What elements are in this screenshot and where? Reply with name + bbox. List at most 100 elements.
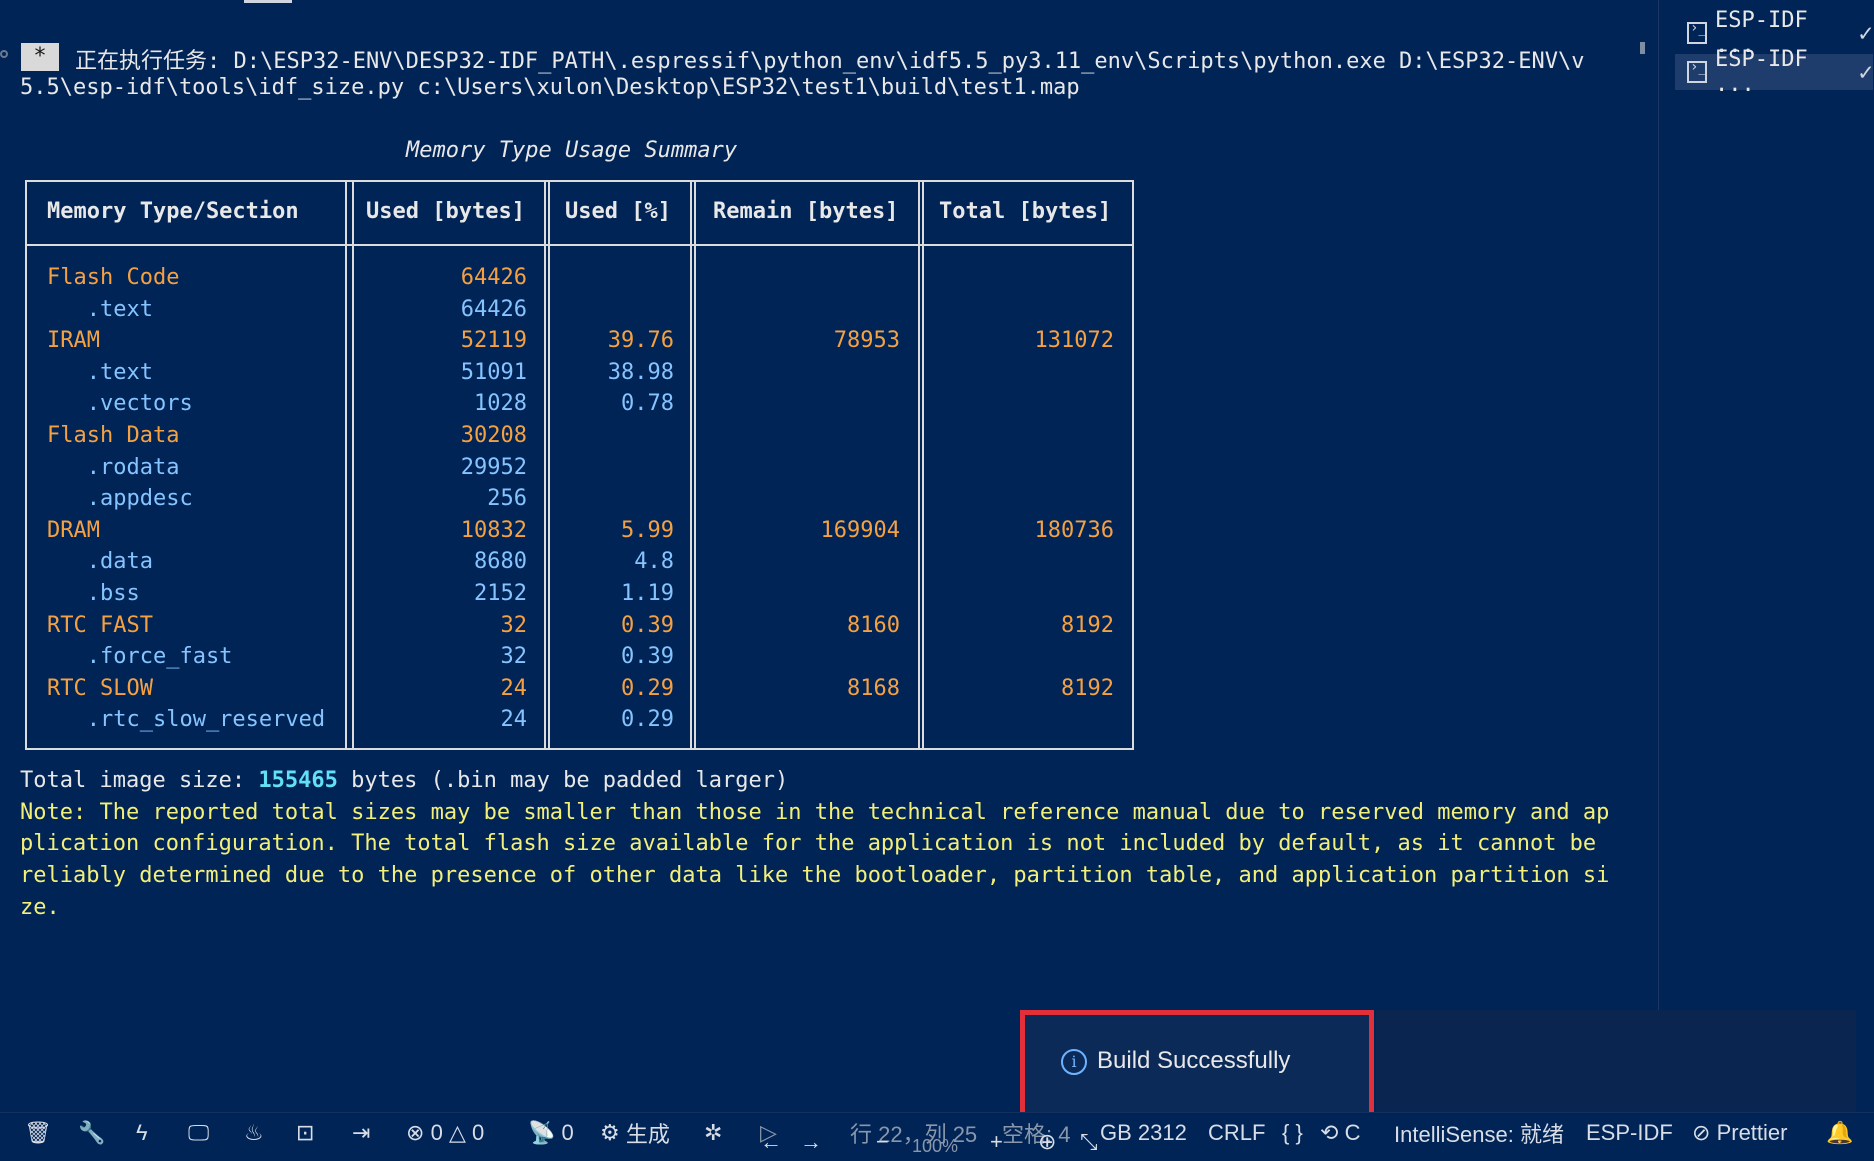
problems-indicator[interactable]: ⊗ 0 △ 0	[406, 1118, 484, 1148]
row-used-percent: 38.98	[607, 360, 674, 385]
column-divider	[544, 182, 546, 748]
esp-idf-status[interactable]: ESP-IDF	[1586, 1118, 1673, 1148]
indent-spaces[interactable]: 空格: 4	[1002, 1118, 1070, 1148]
row-used-percent: 1.19	[621, 581, 674, 606]
column-divider	[548, 182, 550, 748]
flash-icon[interactable]: ϟ	[136, 1118, 148, 1148]
language-label: C	[1344, 1120, 1361, 1145]
row-name: RTC SLOW	[47, 676, 153, 701]
language-mode[interactable]: ⟲ C	[1320, 1118, 1360, 1148]
bell-icon[interactable]: 🔔	[1826, 1118, 1853, 1148]
zoom-level: 100%	[912, 1135, 959, 1156]
row-used-percent: 0.39	[621, 644, 674, 669]
row-used-bytes: 24	[500, 707, 528, 732]
row-total-bytes: 8192	[1061, 613, 1114, 638]
gear-icon: ⚙	[600, 1120, 620, 1145]
notification-area	[1376, 1010, 1856, 1118]
row-used-percent: 0.29	[621, 707, 674, 732]
column-divider	[345, 182, 347, 748]
row-used-bytes: 10832	[460, 518, 527, 543]
row-used-bytes: 1028	[474, 391, 527, 416]
row-remain-bytes: 78953	[833, 328, 900, 353]
terminal-tabs-panel: ESP-IDF ... ✓ ESP-IDF ... ✓	[1658, 0, 1874, 1112]
column-divider	[918, 182, 920, 748]
wrench-icon[interactable]: 🔧	[78, 1118, 105, 1148]
row-remain-bytes: 169904	[820, 518, 900, 543]
row-remain-bytes: 8160	[847, 613, 900, 638]
row-name: DRAM	[47, 518, 100, 543]
zoom-in-icon[interactable]: +	[990, 1127, 1003, 1157]
column-divider	[352, 182, 354, 748]
build-button[interactable]: ⚙ 生成	[600, 1118, 670, 1148]
row-name: .appdesc	[47, 486, 193, 511]
row-name: Flash Code	[47, 265, 180, 290]
warning-count: 0	[471, 1120, 485, 1145]
row-name: .vectors	[47, 391, 193, 416]
terminal-output: * 正在执行任务: D:\ESP32-ENV\DESP32-IDF_PATH\.…	[0, 0, 1656, 1112]
row-used-bytes: 64426	[460, 297, 527, 322]
total-image-suffix: bytes (.bin may be padded larger)	[337, 768, 789, 793]
column-divider	[694, 182, 696, 748]
command-decoration-icon[interactable]	[0, 50, 8, 58]
row-used-bytes: 24	[500, 676, 528, 701]
encoding[interactable]: GB 2312	[1100, 1118, 1187, 1148]
check-icon: ✓	[1858, 58, 1873, 86]
row-name: .text	[47, 360, 153, 385]
row-used-bytes: 51091	[460, 360, 527, 385]
flame-icon[interactable]: ♨	[244, 1118, 264, 1148]
row-used-percent: 4.8	[634, 549, 674, 574]
row-used-bytes: 2152	[474, 581, 527, 606]
row-total-bytes: 131072	[1034, 328, 1114, 353]
trash-icon[interactable]: 🗑	[24, 1118, 52, 1148]
prettier-status[interactable]: ⊘ Prettier	[1692, 1118, 1787, 1148]
row-used-bytes: 32	[500, 644, 528, 669]
panel-tab-indicator	[244, 0, 292, 3]
row-used-bytes: 256	[487, 486, 527, 511]
row-used-percent: 0.39	[621, 613, 674, 638]
terminal-icon	[1687, 59, 1707, 83]
line-ending[interactable]: CRLF	[1208, 1118, 1265, 1148]
braces-icon[interactable]: { }	[1282, 1118, 1303, 1148]
row-total-bytes: 180736	[1034, 518, 1114, 543]
row-used-bytes: 8680	[474, 549, 527, 574]
row-name: .bss	[47, 581, 140, 606]
back-arrow-icon[interactable]: ←	[760, 1127, 782, 1157]
note-line: Note: The reported total sizes may be sm…	[20, 800, 1610, 825]
ports-indicator[interactable]: 📡 0	[528, 1118, 574, 1148]
row-name: .force_fast	[47, 644, 233, 669]
total-image-value: 155465	[258, 768, 338, 793]
terminal-tab-active[interactable]: ESP-IDF ... ✓	[1675, 47, 1873, 97]
intellisense-status[interactable]: IntelliSense: 就绪	[1394, 1118, 1564, 1148]
task-badge: *	[21, 43, 59, 71]
build-notification[interactable]: i Build Successfully	[1020, 1010, 1374, 1118]
terminal-tab-label: ESP-IDF ...	[1715, 47, 1808, 97]
col-header-used-percent: Used [%]	[565, 199, 671, 224]
monitor-icon[interactable]: 🖵	[188, 1118, 209, 1148]
prettier-icon: ⊘	[1692, 1120, 1711, 1145]
forward-arrow-icon[interactable]: →	[800, 1127, 822, 1157]
zoom-reset-icon[interactable]: ⊕	[1038, 1127, 1056, 1157]
terminal-icon[interactable]: ⊡	[296, 1118, 314, 1148]
col-header-remain-bytes: Remain [bytes]	[713, 199, 899, 224]
build-label: 生成	[625, 1122, 670, 1147]
terminal-icon	[1687, 20, 1707, 44]
info-icon: i	[1061, 1049, 1087, 1075]
zoom-out-icon[interactable]: −	[876, 1127, 889, 1157]
debug-icon[interactable]: ✲	[704, 1118, 722, 1148]
total-image-prefix: Total image size:	[20, 768, 259, 793]
error-icon: ⊗	[406, 1120, 425, 1145]
resize-icon[interactable]: ⤡	[1080, 1127, 1098, 1157]
note-line: plication configuration. The total flash…	[20, 831, 1597, 856]
sync-icon: ⟲	[1320, 1120, 1339, 1145]
row-total-bytes: 8192	[1061, 676, 1114, 701]
status-bar: 🗑 🔧 ϟ 🖵 ♨ ⊡ ⇥ ⊗ 0 △ 0 📡 0 ⚙ 生成 ✲ ▷ ← → 行…	[0, 1112, 1874, 1156]
terminal-tab[interactable]: ESP-IDF ... ✓	[1675, 8, 1873, 58]
col-header-used-bytes: Used [bytes]	[366, 199, 525, 224]
col-header-memory-type: Memory Type/Section	[47, 199, 299, 224]
row-used-bytes: 52119	[460, 328, 527, 353]
row-used-bytes: 30208	[460, 423, 527, 448]
upload-icon[interactable]: ⇥	[352, 1118, 370, 1148]
summary-title: Memory Type Usage Summary	[406, 138, 738, 163]
scrollbar-thumb[interactable]	[1640, 42, 1645, 54]
row-name: .text	[47, 297, 153, 322]
